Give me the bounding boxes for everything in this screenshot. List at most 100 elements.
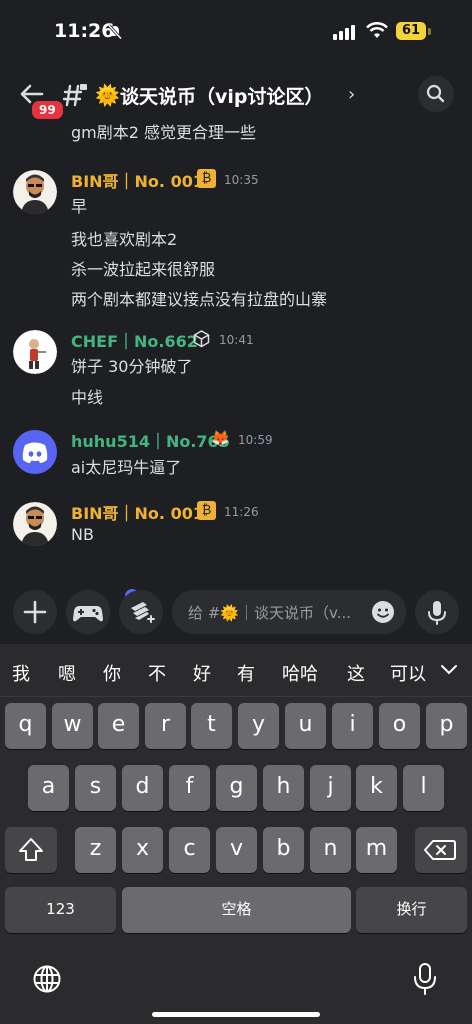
key-w[interactable]: w	[52, 703, 93, 749]
key-f[interactable]: f	[169, 765, 210, 811]
key-i[interactable]: i	[332, 703, 373, 749]
key-e[interactable]: e	[98, 703, 139, 749]
candidate-word[interactable]: 有	[237, 660, 255, 686]
candidate-bar: 我 嗯 你 不 好 有 哈哈 这 可以	[0, 644, 472, 696]
message-text: 早	[71, 197, 88, 216]
avatar[interactable]	[13, 430, 57, 474]
channel-emoji: 🌞	[95, 83, 120, 107]
voice-message-button[interactable]	[415, 590, 459, 634]
message-composer: 给 #🌞｜谈天说币（v...	[0, 586, 472, 644]
message-time: 10:35	[224, 173, 259, 187]
key-g[interactable]: g	[216, 765, 257, 811]
key-k[interactable]: k	[356, 765, 397, 811]
return-key[interactable]: 换行	[356, 887, 467, 933]
cellular-signal-icon	[333, 25, 355, 40]
key-a[interactable]: a	[28, 765, 69, 811]
dictation-microphone-icon[interactable]	[411, 962, 439, 996]
text-channel-lock-icon	[62, 84, 87, 107]
username[interactable]: CHEF｜No.662	[71, 328, 198, 352]
gamepad-icon	[73, 606, 103, 622]
candidate-word[interactable]: 好	[193, 660, 211, 686]
message-text: 两个剧本都建议接点没有拉盘的山寨	[71, 290, 328, 309]
avatar[interactable]	[13, 330, 57, 374]
shift-key[interactable]	[5, 827, 57, 873]
add-attachment-button[interactable]	[13, 590, 57, 634]
bitcoin-icon: ₿	[197, 501, 216, 520]
bell-muted-icon	[107, 24, 123, 40]
cube-icon	[193, 330, 210, 348]
candidate-word[interactable]: 我	[12, 660, 30, 686]
plus-icon	[23, 600, 47, 624]
channel-header: 99 🌞 谈天说币（vip讨论区） ›	[0, 70, 472, 122]
key-s[interactable]: s	[75, 765, 116, 811]
candidate-word[interactable]: 这	[347, 660, 365, 686]
bitcoin-icon: ₿	[197, 169, 216, 188]
emoji-picker-icon[interactable]	[371, 600, 395, 624]
username[interactable]: huhu514｜No.765	[71, 428, 230, 452]
battery-tip	[428, 28, 431, 35]
key-d[interactable]: d	[122, 765, 163, 811]
avatar[interactable]	[13, 502, 57, 546]
username[interactable]: BIN哥｜No. 001	[71, 500, 204, 524]
channel-title[interactable]: 谈天说币（vip讨论区）	[120, 82, 324, 109]
message-text: NB	[71, 525, 94, 544]
fox-icon: 🦊	[211, 429, 230, 447]
message-text: 饼子 30分钟破了	[71, 357, 193, 376]
candidate-word[interactable]: 可以	[390, 660, 426, 686]
battery-indicator: 61	[396, 22, 426, 40]
key-z[interactable]: z	[75, 827, 116, 873]
microphone-icon	[428, 601, 446, 625]
wifi-icon	[366, 22, 388, 38]
numbers-key[interactable]: 123	[5, 887, 116, 933]
sticker-add-icon	[131, 602, 155, 623]
key-r[interactable]: r	[145, 703, 186, 749]
key-n[interactable]: n	[310, 827, 351, 873]
candidate-word[interactable]: 不	[148, 660, 166, 686]
key-b[interactable]: b	[263, 827, 304, 873]
divider	[0, 696, 472, 697]
key-m[interactable]: m	[356, 827, 397, 873]
key-t[interactable]: t	[191, 703, 232, 749]
message-text: gm剧本2 感觉更合理一些	[71, 123, 257, 142]
search-icon	[426, 84, 445, 103]
shift-icon	[19, 838, 43, 861]
key-q[interactable]: q	[5, 703, 46, 749]
search-button[interactable]	[418, 76, 454, 112]
chevron-right-icon[interactable]: ›	[348, 84, 355, 105]
avatar[interactable]	[13, 170, 57, 214]
key-u[interactable]: u	[285, 703, 326, 749]
space-key[interactable]: 空格	[122, 887, 351, 933]
status-time: 11:26	[54, 20, 115, 42]
message-text: 中线	[71, 388, 104, 407]
candidate-word[interactable]: 嗯	[58, 660, 76, 686]
key-v[interactable]: v	[216, 827, 257, 873]
candidate-word[interactable]: 哈哈	[282, 660, 318, 686]
gift-nitro-button[interactable]	[119, 590, 163, 634]
backspace-icon	[424, 840, 456, 860]
message-input[interactable]: 给 #🌞｜谈天说币（v...	[172, 590, 406, 634]
message-text: 我也喜欢剧本2	[71, 230, 178, 249]
candidate-word[interactable]: 你	[103, 660, 121, 686]
key-l[interactable]: l	[403, 765, 444, 811]
key-c[interactable]: c	[169, 827, 210, 873]
message-list[interactable]: gm剧本2 感觉更合理一些 BIN哥｜No. 001 ₿ 10:35 早 我也喜…	[0, 116, 472, 586]
activities-button[interactable]	[66, 590, 110, 634]
key-j[interactable]: j	[310, 765, 351, 811]
chevron-down-icon[interactable]	[440, 664, 458, 676]
username[interactable]: BIN哥｜No. 001	[71, 168, 204, 192]
delete-key[interactable]	[415, 827, 467, 873]
home-indicator	[152, 1012, 320, 1017]
message-text: ai太尼玛牛逼了	[71, 458, 182, 477]
status-bar: 11:26 61	[0, 0, 472, 62]
key-p[interactable]: p	[426, 703, 467, 749]
message-time: 10:59	[238, 433, 273, 447]
globe-icon[interactable]	[32, 964, 62, 994]
discord-logo-icon	[22, 442, 48, 463]
message-time: 10:41	[219, 333, 254, 347]
message-input-placeholder: 给 #🌞｜谈天说币（v...	[188, 604, 352, 622]
key-o[interactable]: o	[379, 703, 420, 749]
key-x[interactable]: x	[122, 827, 163, 873]
key-y[interactable]: y	[238, 703, 279, 749]
key-h[interactable]: h	[263, 765, 304, 811]
message-time: 11:26	[224, 505, 259, 519]
